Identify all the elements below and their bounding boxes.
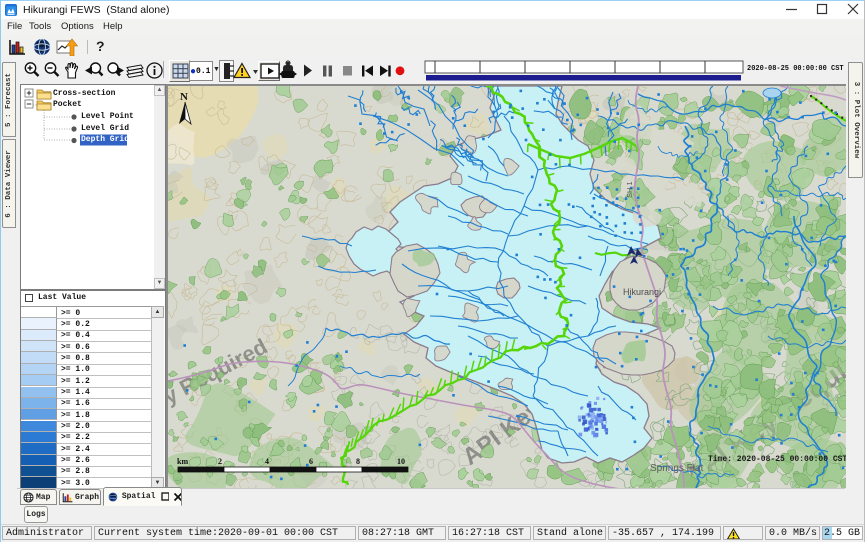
svg-text:4: 4 bbox=[265, 457, 269, 466]
svg-text:8: 8 bbox=[356, 457, 360, 466]
svg-text:km: km bbox=[177, 457, 188, 466]
svg-text:SH 1: SH 1 bbox=[625, 181, 634, 198]
svg-text:Time: 2020-08-25 00:00:00 CST: Time: 2020-08-25 00:00:00 CST bbox=[708, 455, 846, 464]
svg-text:6: 6 bbox=[309, 457, 313, 466]
svg-text:10: 10 bbox=[397, 457, 405, 466]
svg-text:2: 2 bbox=[218, 457, 222, 466]
svg-text:Hikurangi: Hikurangi bbox=[623, 287, 661, 297]
svg-text:Springs Flat: Springs Flat bbox=[650, 463, 704, 474]
svg-text:N: N bbox=[180, 91, 188, 103]
